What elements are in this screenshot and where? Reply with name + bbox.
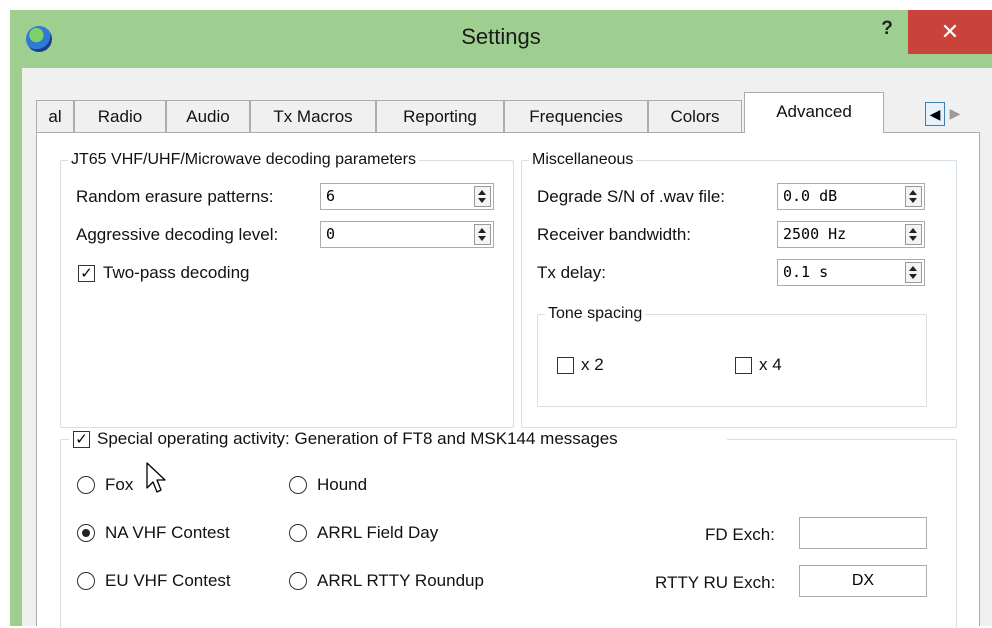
spin-arrows-icon[interactable] [474, 224, 491, 245]
tone-x4-label: x 4 [759, 355, 782, 374]
spin-arrows-icon[interactable] [474, 186, 491, 207]
degrade-sn-label: Degrade S/N of .wav file: [537, 187, 726, 206]
radio-eu-vhf-contest[interactable] [77, 572, 95, 590]
window-title: Settings [461, 24, 541, 49]
close-button[interactable]: ✕ [908, 10, 992, 54]
advanced-tab-page: JT65 VHF/UHF/Microwave decoding paramete… [36, 132, 980, 628]
rx-bandwidth-label: Receiver bandwidth: [537, 225, 692, 244]
help-button[interactable]: ? [872, 18, 902, 44]
tab-radio[interactable]: Radio [74, 100, 166, 132]
degrade-sn-spinbox[interactable]: 0.0 dB [777, 183, 925, 210]
tx-delay-spinbox[interactable]: 0.1 s [777, 259, 925, 286]
radio-arrl-field-day[interactable] [289, 524, 307, 542]
tx-delay-label: Tx delay: [537, 263, 606, 282]
tab-audio[interactable]: Audio [166, 100, 250, 132]
eu-vhf-contest-label: EU VHF Contest [105, 571, 231, 590]
spin-arrows-icon[interactable] [905, 224, 922, 245]
spin-arrows-icon[interactable] [905, 186, 922, 207]
tx-delay-value: 0.1 s [783, 263, 829, 281]
misc-group-legend: Miscellaneous [532, 151, 634, 168]
tab-colors[interactable]: Colors [648, 100, 742, 132]
hound-label: Hound [317, 475, 368, 494]
jt65-group-legend: JT65 VHF/UHF/Microwave decoding paramete… [71, 151, 417, 168]
random-erasure-value: 6 [326, 187, 336, 205]
random-erasure-label: Random erasure patterns: [76, 187, 274, 206]
tab-frequencies[interactable]: Frequencies [504, 100, 648, 132]
tab-scroll-left-icon[interactable]: ◀ [925, 102, 945, 126]
fox-label: Fox [105, 475, 134, 494]
tab-tx-macros[interactable]: Tx Macros [250, 100, 376, 132]
settings-window: Settings ? ✕ al Radio Audio Tx Macros Re… [10, 10, 992, 628]
tab-general[interactable]: al [36, 100, 74, 132]
na-vhf-contest-label: NA VHF Contest [105, 523, 230, 542]
mouse-pointer-icon [146, 462, 166, 493]
two-pass-checkbox[interactable]: ✓ [78, 265, 95, 282]
special-activity-checkbox[interactable]: ✓ [73, 431, 90, 448]
two-pass-label: Two-pass decoding [103, 263, 250, 282]
rx-bandwidth-value: 2500 Hz [783, 225, 847, 243]
tab-bar: al Radio Audio Tx Macros Reporting Frequ… [36, 92, 976, 133]
aggressive-level-spinbox[interactable]: 0 [320, 221, 494, 248]
dialog-client: al Radio Audio Tx Macros Reporting Frequ… [22, 68, 992, 628]
fd-exch-input[interactable] [799, 517, 927, 549]
rx-bandwidth-spinbox[interactable]: 2500 Hz [777, 221, 925, 248]
tone-spacing-legend: Tone spacing [548, 305, 643, 322]
title-bar[interactable]: Settings ? ✕ [10, 10, 992, 68]
tone-x2-checkbox[interactable] [557, 357, 574, 374]
arrl-rtty-roundup-label: ARRL RTTY Roundup [317, 571, 484, 590]
tab-advanced[interactable]: Advanced [744, 92, 884, 133]
special-activity-label: Special operating activity: Generation o… [97, 429, 618, 448]
degrade-sn-value: 0.0 dB [783, 187, 838, 205]
radio-arrl-rtty-roundup[interactable] [289, 572, 307, 590]
random-erasure-spinbox[interactable]: 6 [320, 183, 494, 210]
tone-x4-checkbox[interactable] [735, 357, 752, 374]
radio-na-vhf-contest[interactable] [77, 524, 95, 542]
aggressive-level-value: 0 [326, 225, 336, 243]
tab-scroll-right-icon[interactable]: ▶ [946, 102, 964, 124]
fd-exch-label: FD Exch: [705, 525, 775, 544]
spin-arrows-icon[interactable] [905, 262, 922, 283]
rtty-exch-input[interactable]: DX [799, 565, 927, 597]
radio-hound[interactable] [289, 476, 307, 494]
aggressive-level-label: Aggressive decoding level: [76, 225, 279, 244]
tone-x2-label: x 2 [581, 355, 604, 374]
arrl-field-day-label: ARRL Field Day [317, 523, 439, 542]
radio-fox[interactable] [77, 476, 95, 494]
rtty-exch-label: RTTY RU Exch: [655, 573, 776, 592]
special-activity-header: ✓ Special operating activity: Generation… [69, 429, 727, 451]
tab-reporting[interactable]: Reporting [376, 100, 504, 132]
